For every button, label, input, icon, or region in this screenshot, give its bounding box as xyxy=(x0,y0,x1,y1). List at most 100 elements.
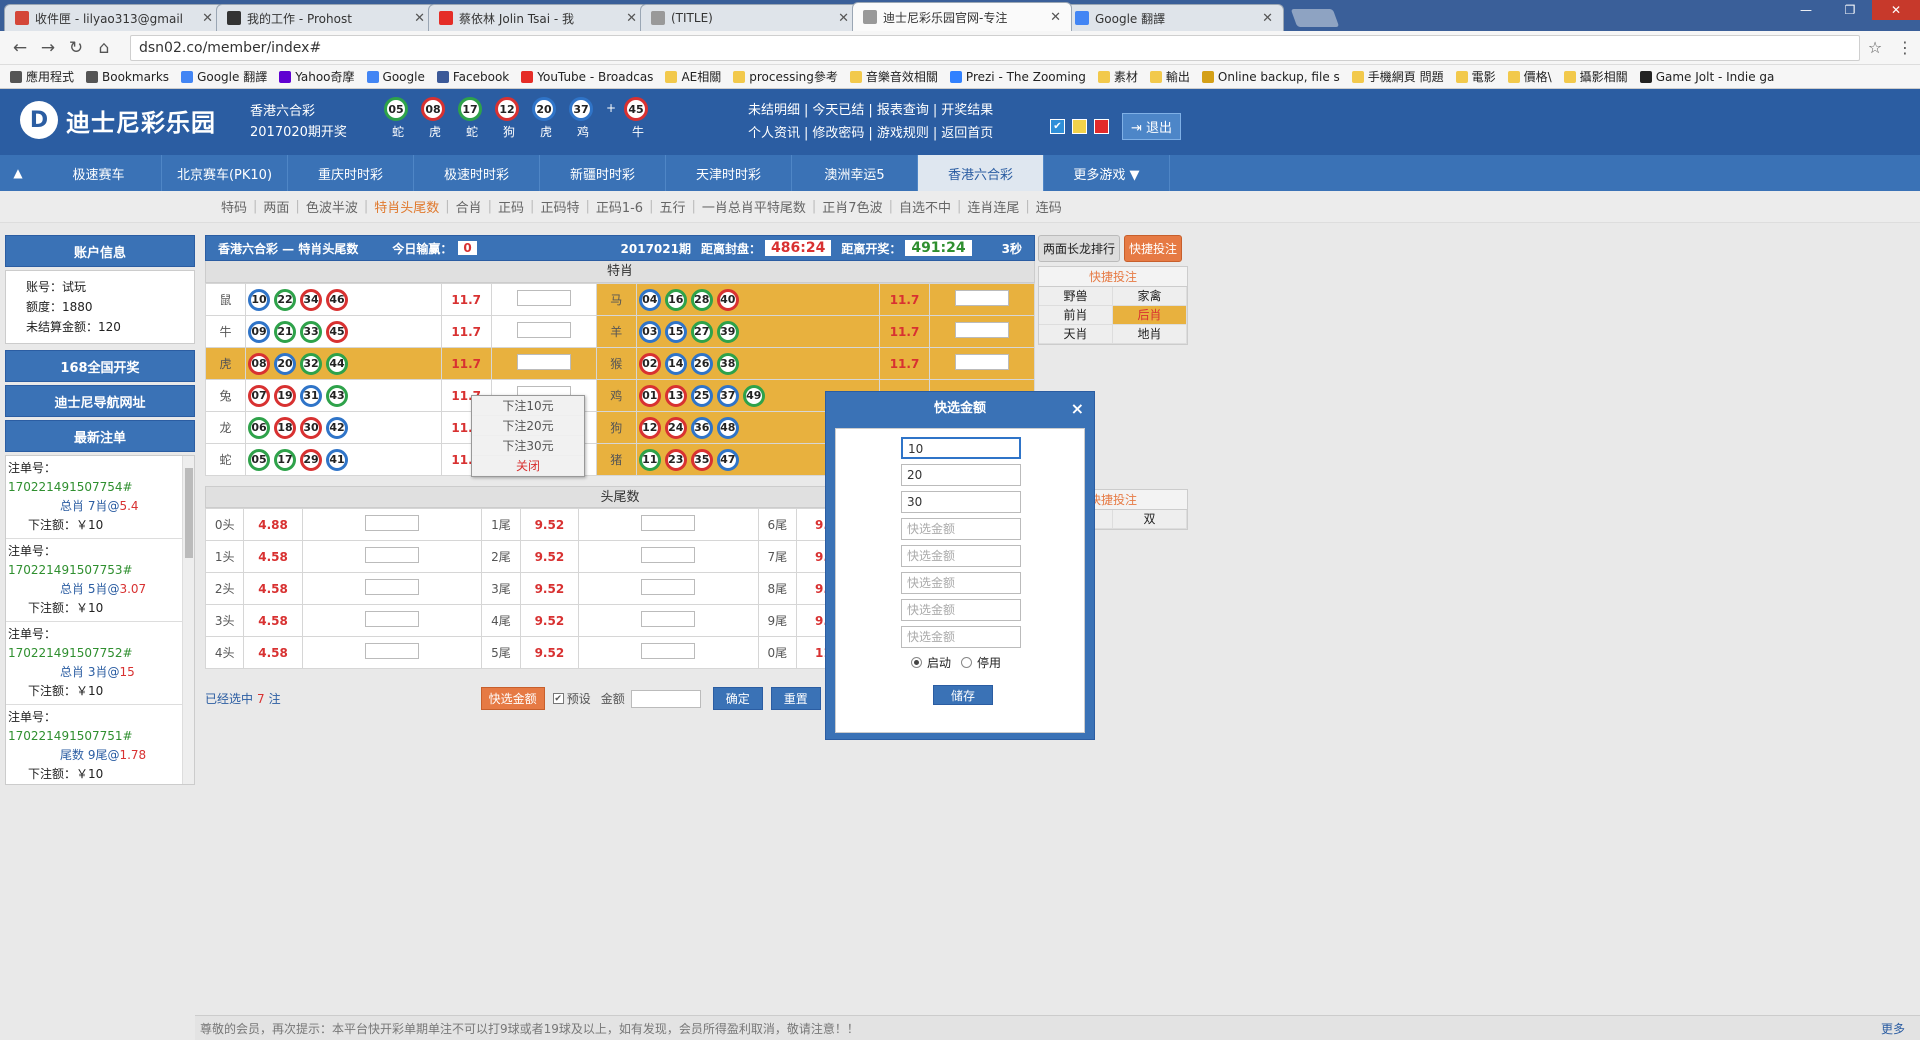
subnav-item[interactable]: 合肖 xyxy=(450,197,488,216)
scrollbar-thumb[interactable] xyxy=(185,468,193,558)
subnav-item[interactable]: 五行 xyxy=(653,197,691,216)
bet-amount-input[interactable] xyxy=(365,579,420,595)
quick-bet-option[interactable]: 前肖 xyxy=(1039,306,1113,325)
forward-icon[interactable]: → xyxy=(36,38,60,58)
bet-amount-input[interactable] xyxy=(365,611,420,627)
quick-amount-input[interactable]: 10 xyxy=(901,437,1021,459)
browser-tab[interactable]: 迪士尼彩乐园官网-专注 ✕ xyxy=(852,2,1072,31)
header-link[interactable]: 开奖结果 xyxy=(941,103,993,118)
nav-tab[interactable]: 极速赛车 xyxy=(36,155,162,191)
quick-amount-input[interactable]: 快选金额 xyxy=(901,545,1021,567)
header-link[interactable]: 报表查询 xyxy=(877,103,929,118)
dropdown-option[interactable]: 下注10元 xyxy=(472,396,584,416)
home-icon[interactable]: ⌂ xyxy=(92,38,116,58)
national-draw-link[interactable]: 168全国开奖 xyxy=(5,350,195,382)
browser-tab[interactable]: 收件匣 - lilyao313@gmail ✕ xyxy=(4,4,224,31)
dropdown-close[interactable]: 关闭 xyxy=(472,456,584,476)
bookmark-item[interactable]: Facebook xyxy=(436,70,509,84)
bet-amount-input[interactable] xyxy=(365,515,420,531)
quick-amount-input[interactable]: 快选金额 xyxy=(901,572,1021,594)
nav-tab[interactable]: 香港六合彩 xyxy=(918,155,1044,191)
nav-tab[interactable]: 天津时时彩 xyxy=(666,155,792,191)
bookmark-item[interactable]: Google 翻譯 xyxy=(181,68,267,85)
browser-tab[interactable]: Google 翻譯 ✕ xyxy=(1064,4,1284,31)
tab-close-icon[interactable]: ✕ xyxy=(626,11,637,26)
modal-close-icon[interactable]: × xyxy=(1071,396,1084,422)
theme-yellow-swatch[interactable] xyxy=(1072,119,1087,134)
browser-tab[interactable]: 我的工作 - Prohost ✕ xyxy=(216,4,436,31)
browser-tab[interactable]: (TITLE) ✕ xyxy=(640,4,860,31)
bet-amount-input[interactable] xyxy=(516,322,571,338)
quick-bet-option[interactable]: 家禽 xyxy=(1113,287,1187,306)
reset-button[interactable]: 重置 xyxy=(770,687,821,710)
subnav-item[interactable]: 特肖头尾数 xyxy=(368,197,445,216)
bookmark-item[interactable]: 應用程式 xyxy=(10,68,74,85)
bet-amount-input[interactable] xyxy=(365,547,420,563)
close-window-button[interactable]: ✕ xyxy=(1872,0,1920,20)
subnav-item[interactable]: 正肖7色波 xyxy=(816,197,888,216)
bookmark-item[interactable]: AE相關 xyxy=(665,68,721,85)
subnav-item[interactable]: 连码 xyxy=(1030,197,1068,216)
nav-tab[interactable]: 极速时时彩 xyxy=(414,155,540,191)
bet-amount-input[interactable] xyxy=(955,290,1009,306)
bet-amount-input[interactable] xyxy=(365,643,420,659)
subnav-item[interactable]: 两面 xyxy=(257,197,295,216)
subnav-item[interactable]: 正码特 xyxy=(534,197,585,216)
tab-close-icon[interactable]: ✕ xyxy=(1050,10,1061,25)
bookmark-item[interactable]: processing參考 xyxy=(733,68,838,85)
quick-amount-input[interactable]: 30 xyxy=(901,491,1021,513)
reload-icon[interactable]: ↻ xyxy=(64,38,88,58)
bookmark-item[interactable]: 輸出 xyxy=(1149,68,1190,85)
enable-radio[interactable] xyxy=(911,657,922,668)
bookmark-item[interactable]: Google xyxy=(366,70,425,84)
theme-red-swatch[interactable] xyxy=(1094,119,1109,134)
theme-blue-checkbox[interactable]: ✔ xyxy=(1050,119,1065,134)
tab-close-icon[interactable]: ✕ xyxy=(414,11,425,26)
header-link[interactable]: 修改密码 xyxy=(812,126,864,141)
save-button[interactable]: 储存 xyxy=(933,685,993,705)
bookmark-item[interactable]: Bookmarks xyxy=(86,70,169,84)
subnav-item[interactable]: 色波半波 xyxy=(300,197,364,216)
bet-amount-input[interactable] xyxy=(641,547,696,563)
tab-close-icon[interactable]: ✕ xyxy=(202,11,213,26)
subnav-item[interactable]: 一肖总肖平特尾数 xyxy=(696,197,812,216)
dragon-ranking-tab[interactable]: 两面长龙排行 xyxy=(1038,235,1121,262)
dropdown-option[interactable]: 下注30元 xyxy=(472,436,584,456)
quick-bet-option[interactable]: 天肖 xyxy=(1039,325,1113,344)
subnav-item[interactable]: 连肖连尾 xyxy=(961,197,1025,216)
bet-amount-input[interactable] xyxy=(955,322,1009,338)
nav-tab[interactable]: 更多游戏 ▼ xyxy=(1044,155,1170,191)
bookmark-item[interactable]: 音樂音效相關 xyxy=(849,68,938,85)
quick-bet-option[interactable]: 后肖 xyxy=(1113,306,1187,325)
bookmark-item[interactable]: 手機網頁 問題 xyxy=(1351,68,1444,85)
header-link[interactable]: 个人资讯 xyxy=(748,126,800,141)
bookmark-item[interactable]: 素材 xyxy=(1097,68,1138,85)
quick-amount-button[interactable]: 快选金额 xyxy=(480,687,545,710)
collapse-toggle-icon[interactable]: ▲ xyxy=(0,155,36,191)
bet-amount-input[interactable] xyxy=(641,579,696,595)
restore-button[interactable]: ❐ xyxy=(1828,0,1872,20)
preset-checkbox[interactable]: ✔ xyxy=(552,693,564,704)
quick-amount-input[interactable]: 快选金额 xyxy=(901,626,1021,648)
disable-radio[interactable] xyxy=(961,657,973,668)
nav-tab[interactable]: 北京赛车(PK10) xyxy=(162,155,288,191)
url-field[interactable]: dsn02.co/member/index# xyxy=(130,34,1860,61)
site-logo[interactable]: D 迪士尼彩乐园 xyxy=(20,101,216,139)
bet-amount-input[interactable] xyxy=(516,290,571,306)
bookmark-item[interactable]: 攝影相關 xyxy=(1563,68,1628,85)
bets-scrollbar[interactable] xyxy=(182,456,194,784)
header-link[interactable]: 游戏规则 xyxy=(877,126,929,141)
minimize-button[interactable]: — xyxy=(1784,0,1828,20)
bet-amount-input[interactable] xyxy=(641,611,696,627)
browser-tab[interactable]: 蔡依林 Jolin Tsai - 我 ✕ xyxy=(428,4,648,31)
nav-tab[interactable]: 新疆时时彩 xyxy=(540,155,666,191)
quick-amount-input[interactable]: 快选金额 xyxy=(901,599,1021,621)
bookmark-item[interactable]: 價格\ xyxy=(1507,68,1552,85)
dropdown-option[interactable]: 下注20元 xyxy=(472,416,584,436)
header-link[interactable]: 今天已结 xyxy=(812,103,864,118)
bookmark-item[interactable]: Yahoo奇摩 xyxy=(279,68,355,85)
quick-bet-option[interactable]: 地肖 xyxy=(1113,325,1187,344)
back-icon[interactable]: ← xyxy=(8,38,32,58)
quick-bet-option[interactable]: 野兽 xyxy=(1039,287,1113,306)
quick-bet-tab[interactable]: 快捷投注 xyxy=(1124,235,1183,262)
